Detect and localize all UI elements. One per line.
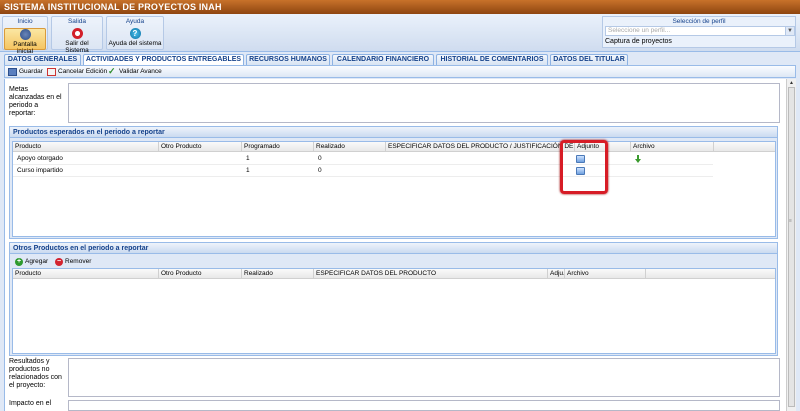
otros-productos-grid: Producto Otro Producto Realizado ESPECIF… [12,268,776,354]
grid-header: Producto Otro Producto Realizado ESPECIF… [13,269,775,279]
cell-producto: Curso impartido [17,167,63,174]
cell-realizado: 0 [318,167,322,174]
tab-calendario-financiero[interactable]: CALENDARIO FINANCIERO [332,54,434,65]
cell-programado: 1 [246,155,250,162]
validar-avance-button[interactable]: ✓ Validar Avance [108,67,162,77]
validar-label: Validar Avance [119,68,162,75]
checkmark-icon: ✓ [108,66,116,76]
table-row[interactable]: Apoyo otorgado 1 0 [13,153,713,165]
chevron-down-icon[interactable]: ▼ [785,27,794,35]
cell-otro-producto [161,165,163,177]
agregar-button[interactable]: + Agregar [15,257,48,267]
ribbon-group-title: Inicio [17,18,33,25]
col-otro-producto[interactable]: Otro Producto [159,269,242,279]
salir-sistema-label: Salir del Sistema [65,40,89,54]
col-especificar[interactable]: ESPECIFICAR DATOS DEL PRODUCTO / JUSTIFI… [386,142,575,152]
tab-datos-generales[interactable]: DATOS GENERALES [4,54,81,65]
resultados-label: Resultados y productos no relacionados c… [9,358,62,389]
col-producto[interactable]: Producto [13,269,159,279]
ribbon-group-ayuda: Ayuda ? Ayuda del sistema [106,16,164,50]
save-icon [8,68,17,76]
guardar-label: Guardar [19,68,43,75]
perfil-current: Captura de proyectos [605,38,672,45]
cell-otro-producto [161,153,163,165]
tab-datos-titular[interactable]: DATOS DEL TITULAR [550,54,628,65]
col-realizado[interactable]: Realizado [242,269,314,279]
cancelar-label: Cancelar Edición [58,68,108,75]
cell-programado: 1 [246,167,250,174]
perfil-panel: Selección de perfil Seleccione un perfil… [602,16,796,48]
scroll-thumb[interactable]: ≡ [788,87,795,407]
adjunto-highlight-box [560,140,608,194]
ribbon-group-title: Salida [67,18,87,25]
cancel-icon [47,68,56,76]
impacto-label: Impacto en el [9,400,52,407]
cancelar-edicion-button[interactable]: Cancelar Edición [47,67,107,77]
cell-producto: Apoyo otorgado [17,155,63,162]
metas-textarea[interactable] [68,83,780,123]
ribbon-group-salida: Salida Salir del Sistema [51,16,103,54]
ribbon-group-title: Ayuda [125,18,145,25]
col-realizado[interactable]: Realizado [314,142,386,152]
cell-realizado: 0 [318,155,322,162]
col-archivo[interactable]: Archivo [565,269,646,279]
metas-label: Metas alcanzadas en el periodo a reporta… [9,86,62,117]
resultados-textarea[interactable] [68,358,780,397]
agregar-label: Agregar [25,258,49,265]
impacto-textarea[interactable] [68,400,780,411]
pantalla-inicial-label: Pantalla inicial [13,41,37,55]
col-adjunto[interactable]: Adju. [548,269,565,279]
remove-icon: − [55,258,63,266]
ayuda-sistema-label: Ayuda del sistema [108,40,162,47]
remover-button[interactable]: − Remover [55,257,91,267]
window-title: SISTEMA INSTITUCIONAL DE PROYECTOS INAH [0,0,800,14]
perfil-label: Selección de perfil [672,18,726,25]
perfil-select[interactable]: Seleccione un perfil... ▼ [605,26,795,36]
power-off-icon [71,28,83,39]
col-producto[interactable]: Producto [13,142,159,152]
home-icon [19,29,31,40]
ribbon-group-inicio: Inicio Pantalla inicial [2,16,48,55]
grid-header: Producto Otro Producto Programado Realiz… [13,142,775,152]
tab-historial-comentarios[interactable]: HISTORIAL DE COMENTARIOS [436,54,548,65]
table-row[interactable]: Curso impartido 1 0 [13,165,713,177]
col-especificar[interactable]: ESPECIFICAR DATOS DEL PRODUCTO [314,269,548,279]
help-icon: ? [129,28,141,39]
guardar-button[interactable]: Guardar [8,67,43,77]
col-programado[interactable]: Programado [242,142,314,152]
perfil-placeholder: Seleccione un perfil... [608,27,671,34]
tab-recursos-humanos[interactable]: RECURSOS HUMANOS [246,54,330,65]
ayuda-sistema-button[interactable]: ? Ayuda del sistema [108,28,162,50]
productos-esperados-grid: Producto Otro Producto Programado Realiz… [12,141,776,237]
otros-productos-title: Otros Productos en el periodo a reportar [10,243,777,254]
remover-label: Remover [65,258,92,265]
salir-sistema-button[interactable]: Salir del Sistema [53,28,101,54]
edit-toolbar: Guardar Cancelar Edición ✓ Validar Avanc… [4,65,796,78]
col-archivo[interactable]: Archivo [631,142,714,152]
pantalla-inicial-button[interactable]: Pantalla inicial [4,28,46,55]
scroll-up-icon[interactable]: ▲ [787,79,796,87]
productos-esperados-title: Productos esperados en el periodo a repo… [10,127,777,138]
download-arrow-icon[interactable] [635,155,641,163]
vertical-scrollbar[interactable]: ▲ ≡ [786,79,796,411]
add-icon: + [15,258,23,266]
col-otro-producto[interactable]: Otro Producto [159,142,242,152]
grip-icon: ≡ [789,218,792,224]
